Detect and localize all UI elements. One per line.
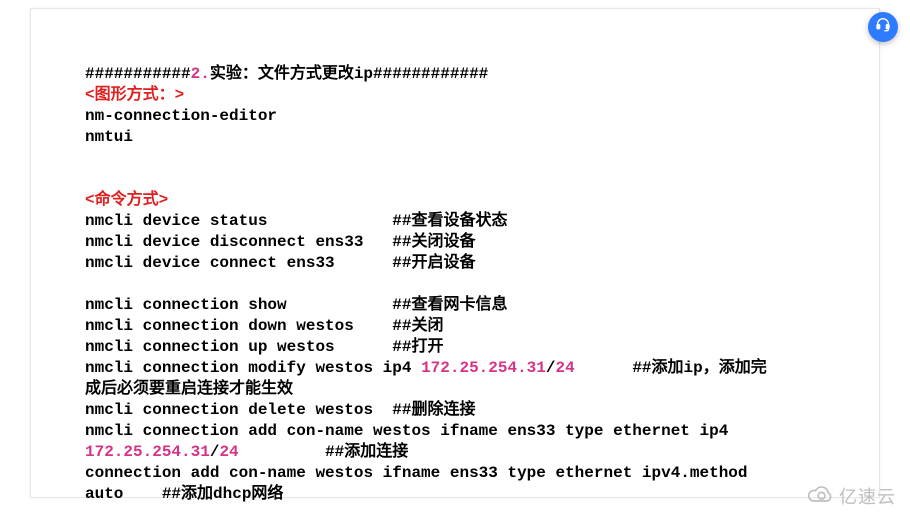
cmd-device-connect-comment: ##开启设备 (392, 254, 475, 272)
cmd-conn-add1-spacer (239, 443, 325, 461)
document-content: ###########2.实验：文件方式更改ip############ <图形… (31, 9, 879, 519)
cmd-conn-show-comment: ##查看网卡信息 (392, 296, 507, 314)
header-hash-suffix: ############ (373, 65, 488, 83)
document-page: ###########2.实验：文件方式更改ip############ <图形… (30, 8, 880, 498)
cmd-conn-add1-comment: ##添加连接 (325, 443, 408, 461)
cmd-conn-add1-a: nmcli connection add con-name westos ifn… (85, 422, 738, 440)
headset-icon (875, 16, 891, 39)
cmd-conn-delete-comment: ##删除连接 (392, 401, 475, 419)
cmd-conn-modify-comment-wrap: 成后必须要重启连接才能生效 (85, 380, 293, 398)
cmd-conn-add1-ip: 172.25.254.31 (85, 443, 210, 461)
cmd-conn-add2-wrap: auto (85, 485, 162, 503)
cmd-device-disconnect-comment: ##关闭设备 (392, 233, 475, 251)
watermark: 亿速云 (805, 484, 896, 511)
cmd-conn-up-comment: ##打开 (392, 338, 443, 356)
cmd-section-label: <命令方式> (85, 191, 168, 209)
header-number: 2. (191, 65, 210, 83)
cmd-conn-modify-spacer (575, 359, 633, 377)
cmd-conn-down-comment: ##关闭 (392, 317, 443, 335)
cmd-conn-modify-comment-inline: ##添加ip，添加完 (632, 359, 766, 377)
cmd-conn-modify-mask: 24 (556, 359, 575, 377)
cmd-conn-add2: connection add con-name westos ifname en… (85, 464, 757, 482)
cmd-device-connect: nmcli device connect ens33 (85, 254, 392, 272)
header-title: 实验：文件方式更改ip (210, 65, 373, 83)
cmd-device-status: nmcli device status (85, 212, 392, 230)
cmd-conn-modify-slash: / (546, 359, 556, 377)
cmd-conn-modify-ip: 172.25.254.31 (421, 359, 546, 377)
cmd-conn-add1-slash: / (210, 443, 220, 461)
cloud-icon (805, 484, 835, 511)
watermark-text: 亿速云 (839, 487, 896, 508)
cmd-conn-show: nmcli connection show (85, 296, 392, 314)
gui-line-1: nm-connection-editor (85, 107, 277, 125)
gui-section-label: <图形方式：> (85, 86, 184, 104)
cmd-conn-down: nmcli connection down westos (85, 317, 392, 335)
cmd-device-disconnect: nmcli device disconnect ens33 (85, 233, 392, 251)
cmd-conn-add2-comment: ##添加dhcp网络 (162, 485, 284, 503)
cmd-conn-up: nmcli connection up westos (85, 338, 392, 356)
cmd-conn-add1-mask: 24 (219, 443, 238, 461)
cmd-conn-delete: nmcli connection delete westos (85, 401, 392, 419)
cmd-conn-modify-a: nmcli connection modify westos ip4 (85, 359, 421, 377)
gui-line-2: nmtui (85, 128, 133, 146)
header-hash-prefix: ########### (85, 65, 191, 83)
cmd-device-status-comment: ##查看设备状态 (392, 212, 507, 230)
action-button[interactable] (868, 12, 898, 42)
